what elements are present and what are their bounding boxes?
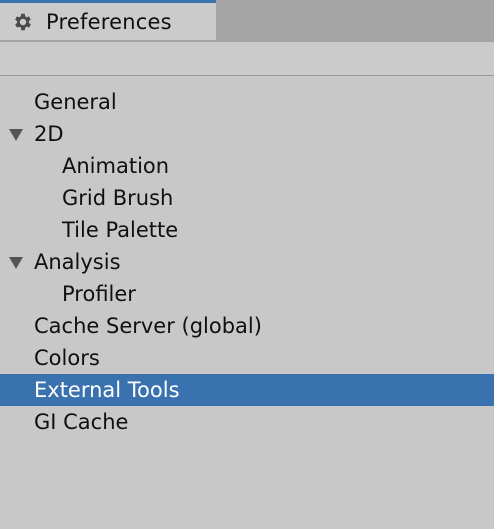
tree-item-profiler[interactable]: Profiler [0,278,494,310]
expand-triangle-icon[interactable] [9,129,23,141]
tree-item-label: 2D [34,122,64,146]
expand-triangle-icon[interactable] [9,257,23,269]
preferences-window: Preferences General 2D Animation Grid Br… [0,0,494,529]
tree-item-label: Animation [62,154,170,178]
preferences-tree: General 2D Animation Grid Brush Tile Pal… [0,86,494,438]
tree-item-gi-cache[interactable]: GI Cache [0,406,494,438]
tree-item-label: Grid Brush [62,186,174,210]
tree-item-cache-server[interactable]: Cache Server (global) [0,310,494,342]
tree-item-label: Profiler [62,282,136,306]
tree-item-external-tools[interactable]: External Tools [0,374,494,406]
tab-title: Preferences [46,10,172,34]
tab-bar: Preferences [0,0,494,42]
tab-preferences[interactable]: Preferences [0,0,216,40]
tree-item-general[interactable]: General [0,86,494,118]
gear-icon [15,13,31,31]
tree-item-colors[interactable]: Colors [0,342,494,374]
tree-item-grid-brush[interactable]: Grid Brush [0,182,494,214]
tree-item-label: GI Cache [34,410,129,434]
tree-item-analysis[interactable]: Analysis [0,246,494,278]
tree-item-animation[interactable]: Animation [0,150,494,182]
tree-item-2d[interactable]: 2D [0,118,494,150]
tree-item-label: Tile Palette [62,218,179,242]
tree-item-tile-palette[interactable]: Tile Palette [0,214,494,246]
tree-item-label: Colors [34,346,100,370]
tree-item-label: Analysis [34,250,121,274]
tree-item-label: General [34,90,117,114]
tree-item-label: External Tools [34,378,180,402]
tree-item-label: Cache Server (global) [34,314,262,338]
search-toolbar [0,42,494,76]
